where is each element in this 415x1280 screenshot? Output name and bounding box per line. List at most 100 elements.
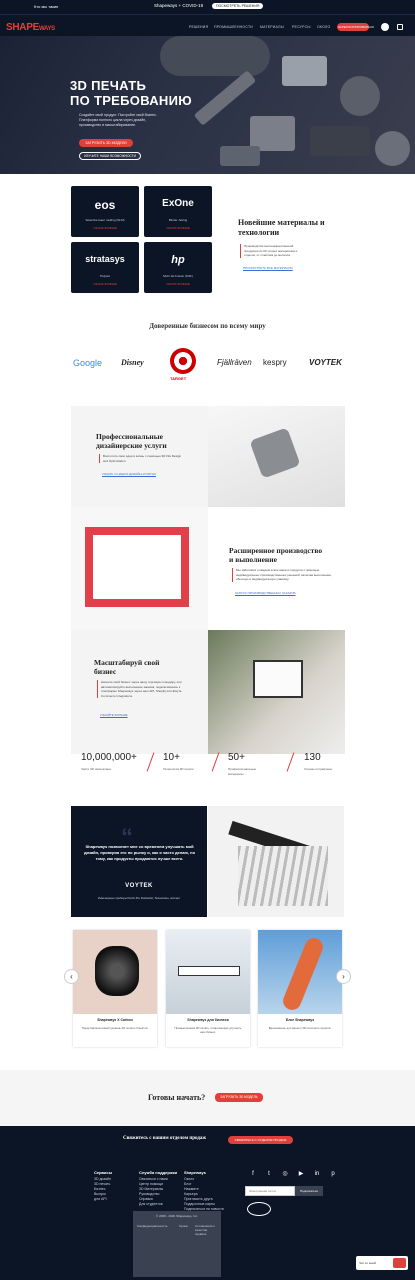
- explore-capabilities-button[interactable]: ИЗУЧИТЕ НАШИ ВОЗМОЖНОСТИ: [79, 152, 141, 160]
- chat-icon[interactable]: [393, 1258, 406, 1268]
- card-title: Shapeways X Carbon: [97, 1018, 133, 1022]
- copyright: © 2008 - 2020 Shapeways, Inc.: [156, 1214, 198, 1218]
- stat-label: Технологии 3D печати: [163, 767, 194, 771]
- material-brand: ExOne: [162, 198, 194, 209]
- footer-link[interactable]: Для студентов: [139, 1202, 181, 1207]
- materials-title: Новейшие материалы и технологии: [238, 218, 325, 238]
- carbon-image: [73, 930, 157, 1014]
- newsletter-email-input[interactable]: [245, 1186, 295, 1196]
- feature-title-line: бизнес: [94, 667, 117, 676]
- hero-title-line: ПО ТРЕБОВАНИЮ: [70, 93, 192, 108]
- feature-title-line: Расширенное производство: [229, 546, 323, 555]
- covid-notice: Shapeways + COVID-19: [154, 3, 204, 8]
- stat-label: Части 3D напечатаны: [81, 767, 112, 771]
- chat-label: Чат со мной: [359, 1261, 376, 1265]
- chat-widget[interactable]: Чат со мной: [356, 1256, 408, 1270]
- material-card-exone[interactable]: ExOne Binder Jetting УЗНАТЬ БОЛЬШЕ: [144, 186, 212, 237]
- material-card-stratasys[interactable]: stratasys PolyJet УЗНАТЬ БОЛЬШЕ: [71, 242, 139, 293]
- lattice-part-image: [95, 946, 139, 996]
- instagram-icon[interactable]: ◎: [282, 1171, 288, 1177]
- upload-3d-models-button[interactable]: ЗАГРУЗИТЬ 3D МОДЕЛИ: [79, 139, 133, 147]
- hero-part-image: [375, 131, 410, 166]
- logo-text-small: WAYS: [38, 26, 55, 32]
- service-agreement-link[interactable]: Соглашения о качестве сервиса: [195, 1224, 219, 1236]
- who-we-are-link[interactable]: Кто мы такие: [34, 4, 58, 9]
- hero-part-image: [282, 56, 327, 86]
- cart-icon[interactable]: [397, 24, 403, 30]
- skateboard-image: [258, 930, 342, 1014]
- stat-label: Профессиональные материалы: [228, 767, 257, 776]
- stat-number: 130: [304, 752, 321, 763]
- carousel-card[interactable]: Блог Shapeways Вдохновение для вашего 3D…: [258, 930, 342, 1047]
- stat-divider: [286, 752, 295, 772]
- material-tech: Selective laser melting (SLM): [85, 218, 125, 222]
- nav-item-industries[interactable]: ПРОМЫШЛЕННОСТИ: [214, 25, 253, 29]
- materials-title-line: Новейшие материалы и: [238, 218, 325, 227]
- carousel-prev-arrow-icon[interactable]: ‹: [64, 969, 79, 984]
- contact-sales-title: Свяжитесь с нашим отделом продаж: [123, 1136, 207, 1141]
- hero-part-image: [310, 126, 370, 156]
- feature-title-line: Профессиональные: [96, 432, 163, 441]
- target-logo-icon: [170, 348, 196, 374]
- learn-more-link[interactable]: УЗНАТЬ БОЛЬШЕ: [144, 282, 212, 286]
- feature-title: Профессиональные дизайнерские услуги: [96, 432, 167, 450]
- nav-item-resources[interactable]: РЕСУРСЫ: [292, 25, 311, 29]
- learn-more-link[interactable]: УЗНАТЬ БОЛЬШЕ: [71, 282, 139, 286]
- hero-part-image: [220, 146, 260, 166]
- nav-item-about[interactable]: ОКОЛО: [317, 25, 330, 29]
- material-brand: hp: [171, 254, 185, 266]
- learn-more-link[interactable]: УЗНАТЬ БОЛЬШЕ: [71, 226, 139, 230]
- pinterest-icon[interactable]: p: [330, 1171, 336, 1177]
- terms-link[interactable]: Срока: [179, 1224, 188, 1228]
- feature-scale-panel: Масштабируй свой бизнес Начните свой бизн…: [71, 630, 208, 754]
- material-card-hp[interactable]: hp Multi Jet Fusion (MJF) УЗНАТЬ БОЛЬШЕ: [144, 242, 212, 293]
- hero-part-image: [160, 36, 270, 76]
- testimonial-caption: Инженерные приборы Dutch-Pro Rottweiler,…: [97, 896, 181, 900]
- material-brand: stratasys: [85, 254, 125, 264]
- target-logo: TARGET: [170, 376, 187, 381]
- hero-part-image: [340, 76, 380, 116]
- upload-3d-model-button[interactable]: ЗАГРУЗИТЬ 3D МОДЕЛЬ: [215, 1093, 263, 1102]
- feature-description: Воплотите свои идеи в жизнь с помощью 3D…: [99, 454, 185, 463]
- view-all-materials-link[interactable]: ПРОСМОТРЕТЬ ВСЕ МАТЕРИАЛЫ: [243, 266, 293, 270]
- carousel-card[interactable]: Shapeways X Carbon Представляем новый ур…: [73, 930, 157, 1047]
- 3d-part-image: [249, 427, 301, 479]
- account-icon[interactable]: [381, 23, 389, 31]
- card-description: Вдохновение для вашего 3D печатного прое…: [268, 1026, 332, 1030]
- linkedin-icon[interactable]: in: [314, 1171, 320, 1177]
- production-orders-link[interactable]: ЗАПУСК ПРОИЗВОДСТВЕННЫХ ЗАКАЗОВ: [235, 591, 296, 595]
- privacy-link[interactable]: Конфиденциальность: [137, 1224, 167, 1228]
- view-solutions-button[interactable]: ПОСМОТРЕТЬ РЕШЕНИЯ: [212, 3, 264, 9]
- material-card-eos[interactable]: eos Selective laser melting (SLM) УЗНАТЬ…: [71, 186, 139, 237]
- feature-description: Начните свой бизнес через нашу торговую …: [97, 680, 187, 698]
- nav-item-solutions[interactable]: РЕШЕНИЯ: [189, 25, 208, 29]
- twitter-icon[interactable]: t: [266, 1171, 272, 1177]
- facebook-icon[interactable]: f: [250, 1171, 256, 1177]
- testimonial-panel: “ Shapeways позволяет мне со временем ул…: [71, 806, 207, 917]
- shapeways-logo[interactable]: SHAPEWAYS: [6, 22, 55, 33]
- subscribe-button[interactable]: Подписаться: [295, 1186, 323, 1196]
- stat-divider: [146, 752, 155, 772]
- footer-link[interactable]: для API: [94, 1197, 112, 1202]
- logo-text: SHAPE: [6, 22, 39, 33]
- learn-more-link[interactable]: УЗНАТЬ БОЛЬШЕ: [144, 226, 212, 230]
- youtube-icon[interactable]: ▶: [298, 1171, 304, 1177]
- contact-sales-button[interactable]: СВЯЖИТЕСЬ С ОТДЕЛОМ ПРОДАЖ: [228, 1136, 293, 1144]
- main-navigation: SHAPEWAYS РЕШЕНИЯ ПРОМЫШЛЕННОСТИ МАТЕРИА…: [0, 14, 415, 36]
- design-services-link[interactable]: УЗНАТЬ О НАШИХ ДИЗАЙН-УСЛУГАХ: [102, 472, 156, 476]
- top-announcement-bar: Кто мы такие Shapeways + COVID-19 ПОСМОТ…: [0, 0, 415, 14]
- carousel-next-arrow-icon[interactable]: ›: [336, 969, 351, 984]
- stat-number: 10,000,000+: [81, 752, 137, 763]
- hero-part-image: [193, 70, 257, 126]
- materials-description: Производство высококачественной продукци…: [240, 244, 304, 258]
- feature-production-panel: Расширенное производство и выполнение Мы …: [208, 507, 345, 631]
- box-image: [85, 527, 189, 607]
- footer-bottom: © 2008 - 2020 Shapeways, Inc. Конфиденци…: [133, 1211, 221, 1277]
- nav-item-materials[interactable]: МАТЕРИАЛЫ: [260, 25, 284, 29]
- learn-more-link[interactable]: УЗНАЙТЕ БОЛЬШЕ: [100, 713, 128, 717]
- ready-title: Готовы начать?: [148, 1093, 206, 1102]
- carousel-card[interactable]: Shapeways для бизнеса Промышленная 3D пе…: [166, 930, 250, 1047]
- feature-title: Расширенное производство и выполнение: [229, 546, 322, 564]
- card-description: Промышленная 3D печать, позволяющая улуч…: [174, 1026, 242, 1034]
- signup-button[interactable]: ЗАРЕГИСТРИРОВАТЬСЯ: [337, 23, 374, 31]
